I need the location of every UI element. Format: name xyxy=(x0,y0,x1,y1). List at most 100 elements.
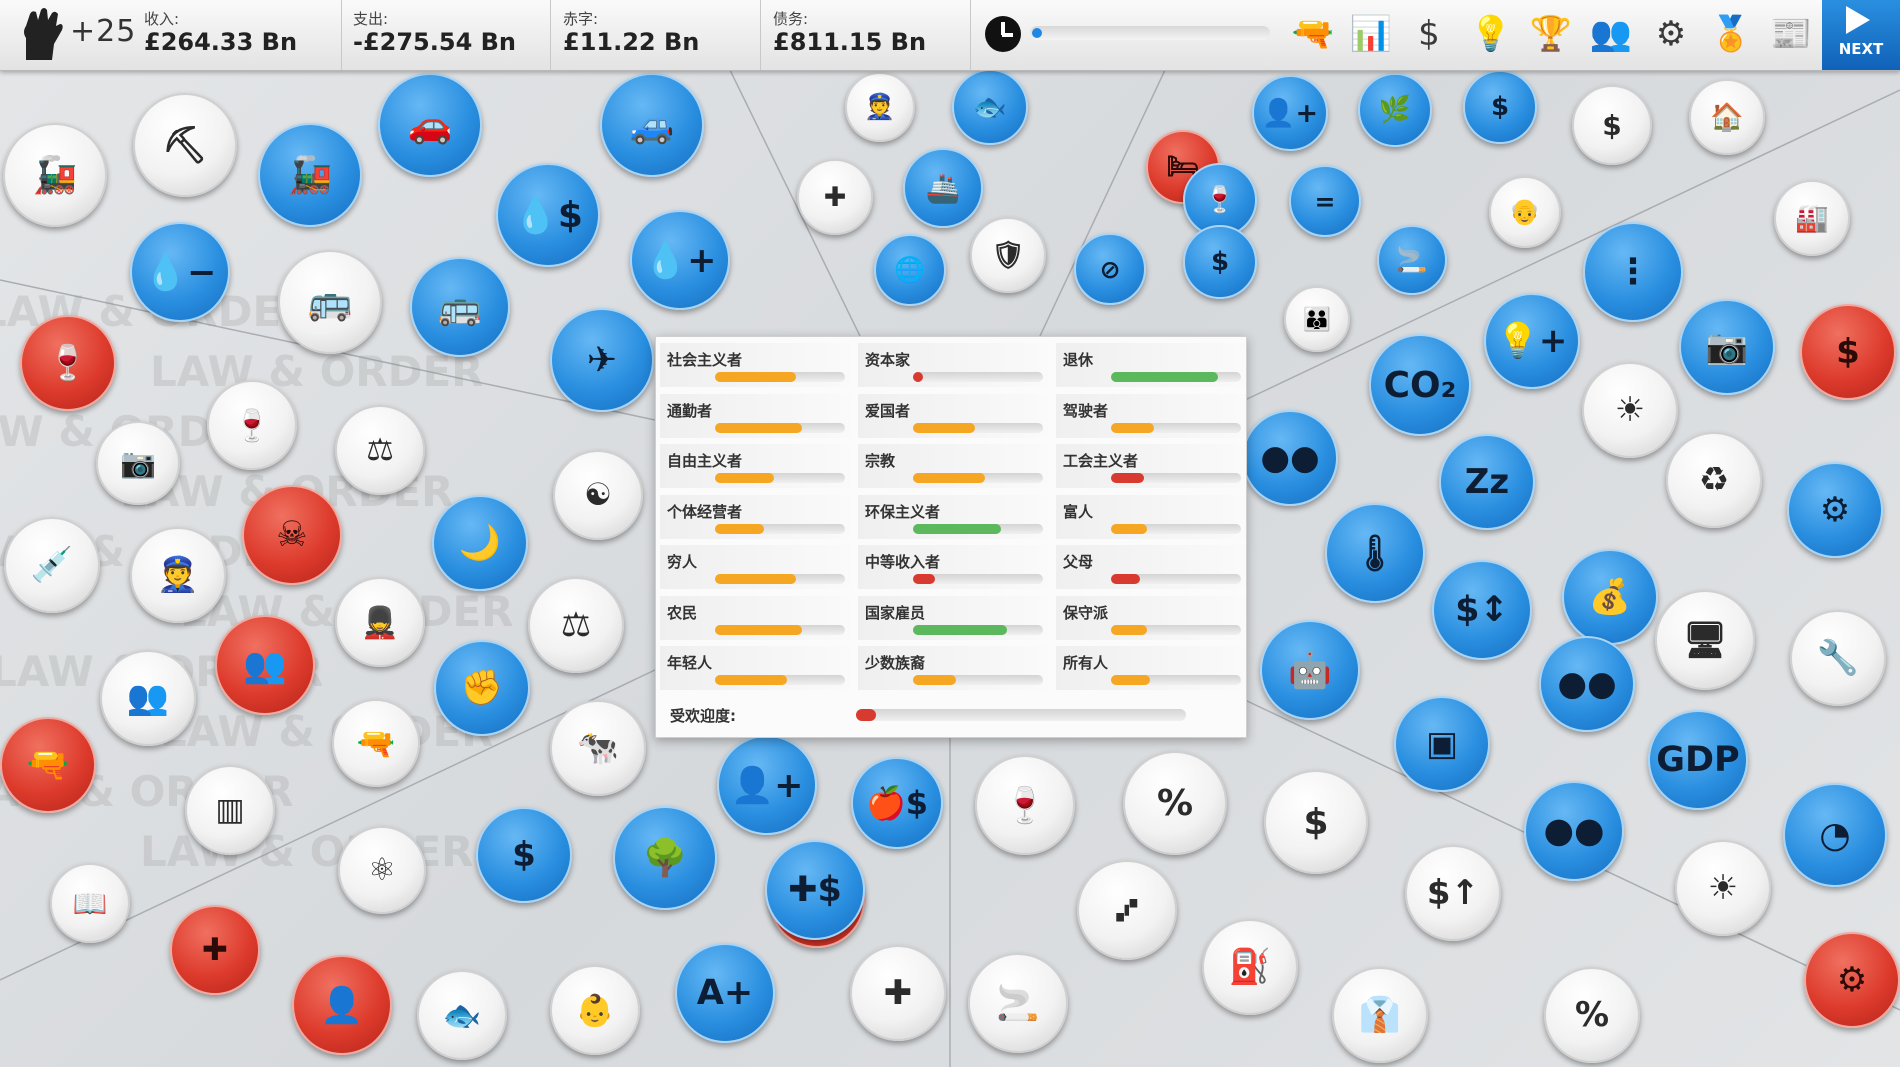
rifle-icon[interactable]: 🔫 xyxy=(0,717,96,813)
aid-icon[interactable]: ✚ xyxy=(797,159,873,235)
voter-group[interactable]: 保守派 xyxy=(1056,595,1246,642)
robot-arm-icon[interactable]: 🤖 xyxy=(1260,620,1360,720)
fuel-nozzle-icon[interactable]: ⛽ xyxy=(1202,919,1298,1015)
people-icon[interactable]: 👥 xyxy=(1585,6,1637,62)
school-grade-icon[interactable]: A+ xyxy=(675,943,775,1043)
emigration-icon[interactable]: 👤+ xyxy=(1252,75,1328,151)
shipping-icon[interactable]: 🚢 xyxy=(903,148,983,228)
voter-group[interactable]: 退休 xyxy=(1056,343,1246,389)
co2-icon[interactable]: CO₂ xyxy=(1369,334,1471,436)
yin-yang-icon[interactable]: ☯ xyxy=(553,450,643,540)
petrol-tax-icon[interactable]: 💧$ xyxy=(496,163,600,267)
income-stat[interactable]: 收入: £264.33 Bn xyxy=(136,0,342,70)
wealth-icon[interactable]: 💰 xyxy=(1562,549,1658,645)
library-icon[interactable]: 📖 xyxy=(50,863,130,943)
voter-group[interactable]: 富人 xyxy=(1056,494,1246,541)
prison-icon[interactable]: ▥ xyxy=(185,765,275,855)
property-tax-icon[interactable]: $ xyxy=(1183,225,1257,299)
smoking-icon[interactable]: 🚬 xyxy=(1377,225,1447,295)
trophy-icon[interactable]: 🏆 xyxy=(1525,6,1577,62)
percent-icon[interactable]: % xyxy=(1123,751,1227,855)
coins-icon[interactable]: ●● xyxy=(1242,410,1338,506)
renewable-icon[interactable]: ☀ xyxy=(1675,840,1771,936)
family-icon[interactable]: 👪 xyxy=(1284,286,1350,352)
bus-lanes-icon[interactable]: 🚌 xyxy=(278,250,382,354)
trade-icon[interactable]: 🐟 xyxy=(952,70,1028,145)
benefits-icon[interactable]: $ xyxy=(476,807,572,903)
wage-icon[interactable]: $ xyxy=(1463,70,1537,144)
healthcare-icon[interactable]: ✚ xyxy=(170,905,260,995)
cctv-icon[interactable]: 📷 xyxy=(96,421,180,505)
voter-group[interactable]: 中等收入者 xyxy=(858,545,1048,591)
water-decrease-icon[interactable]: 💧− xyxy=(130,222,230,322)
syringe-icon[interactable]: 💉 xyxy=(4,517,100,613)
voter-group[interactable]: 父母 xyxy=(1056,545,1246,591)
voter-group[interactable]: 少数族裔 xyxy=(858,646,1048,692)
militia-icon[interactable]: 👥 xyxy=(100,650,196,746)
gdp-icon[interactable]: GDP xyxy=(1648,710,1748,810)
voter-group[interactable]: 通勤者 xyxy=(660,393,850,440)
health-subsidy-icon[interactable]: ✚$ xyxy=(765,840,865,940)
voter-group[interactable]: 年轻人 xyxy=(660,646,850,692)
deficit-stat[interactable]: 赤字: £11.22 Bn xyxy=(555,0,761,70)
voter-group[interactable]: 驾驶者 xyxy=(1056,393,1246,440)
voter-group[interactable]: 宗教 xyxy=(858,444,1048,490)
curfew-icon[interactable]: 🌙 xyxy=(432,495,528,591)
handgun-icon[interactable]: 🔫 xyxy=(332,699,420,787)
voter-group[interactable]: 工会主义者 xyxy=(1056,444,1246,490)
voter-group[interactable]: 所有人 xyxy=(1056,646,1246,692)
bar-chart-icon[interactable]: 📊 xyxy=(1345,6,1397,62)
voter-group[interactable]: 自由主义者 xyxy=(660,444,850,490)
safe-icon[interactable]: ▣ xyxy=(1394,696,1490,792)
elderly-icon[interactable]: 👴 xyxy=(1489,176,1561,248)
camera-icon[interactable]: 📷 xyxy=(1679,299,1775,395)
newspaper-icon[interactable]: 📰 xyxy=(1765,6,1817,62)
tank-icon[interactable]: 🛡 xyxy=(970,217,1046,293)
forest-icon[interactable]: 🌳 xyxy=(613,806,717,910)
clinic-icon[interactable]: ✚ xyxy=(850,945,946,1041)
bus-subsidies-icon[interactable]: 🚌 xyxy=(410,257,510,357)
livestock-icon[interactable]: 🐄 xyxy=(550,700,646,796)
hierarchy-icon[interactable]: ⑇ xyxy=(1077,860,1177,960)
death-penalty-icon[interactable]: ☠ xyxy=(242,485,342,585)
child-law-icon[interactable]: 👶 xyxy=(550,965,640,1055)
bureaucracy-icon[interactable]: ⋮ xyxy=(1583,222,1683,322)
car-tax-icon[interactable]: 🚗 xyxy=(378,73,482,177)
alcohol-law-icon[interactable]: 🍷 xyxy=(20,315,116,411)
voter-group[interactable]: 国家雇员 xyxy=(858,595,1048,642)
jury-icon[interactable]: ⚖ xyxy=(528,577,624,673)
cannabis-icon[interactable]: 🌿 xyxy=(1358,73,1432,147)
tobacco-icon[interactable]: 🚬 xyxy=(968,953,1068,1053)
housing-icon[interactable]: 🏠 xyxy=(1689,79,1765,155)
atom-icon[interactable]: ⚛ xyxy=(338,826,426,914)
fish-icon[interactable]: 🐟 xyxy=(417,970,507,1060)
fuel-increase-icon[interactable]: 💧+ xyxy=(630,210,730,310)
voter-group[interactable]: 社会主义者 xyxy=(660,343,850,389)
tools-icon[interactable]: 🔧 xyxy=(1790,610,1886,706)
police-icon[interactable]: 👮 xyxy=(130,527,226,623)
wine-icon[interactable]: 🍷 xyxy=(975,755,1075,855)
gears-icon[interactable]: ⚙ xyxy=(1645,6,1697,62)
road-building-icon[interactable]: ⛏ xyxy=(133,93,237,197)
equality-icon[interactable]: = xyxy=(1289,165,1361,237)
voter-group[interactable]: 环保主义者 xyxy=(858,494,1048,541)
voter-group[interactable]: 穷人 xyxy=(660,545,850,591)
sales-tax-icon[interactable]: % xyxy=(1544,967,1640,1063)
rail-subsidies-icon[interactable]: 🚂 xyxy=(3,123,107,227)
globe-icon[interactable]: 🌐 xyxy=(874,234,946,306)
crowd-icon[interactable]: 👥 xyxy=(215,615,315,715)
car-emissions-icon[interactable]: 🚙 xyxy=(600,73,704,177)
guard-icon[interactable]: 💂 xyxy=(335,577,425,667)
thermometer-icon[interactable]: 🌡 xyxy=(1325,503,1425,603)
recycle-icon[interactable]: ♻ xyxy=(1666,432,1762,528)
gun-icon[interactable]: 🔫 xyxy=(1287,6,1339,62)
factory-icon[interactable]: 🏭 xyxy=(1774,180,1850,256)
organ-icon[interactable]: 👤 xyxy=(292,955,392,1055)
voter-group[interactable]: 农民 xyxy=(660,595,850,642)
sunrise-icon[interactable]: ☀ xyxy=(1582,362,1678,458)
food-stamp-icon[interactable]: 🍎$ xyxy=(851,757,943,849)
drinks-icon[interactable]: 🍷 xyxy=(207,380,297,470)
next-turn-button[interactable]: NEXT xyxy=(1822,0,1900,70)
industry-gears-icon[interactable]: ⚙ xyxy=(1804,932,1900,1028)
police-radio-icon[interactable]: 👮 xyxy=(845,72,915,142)
